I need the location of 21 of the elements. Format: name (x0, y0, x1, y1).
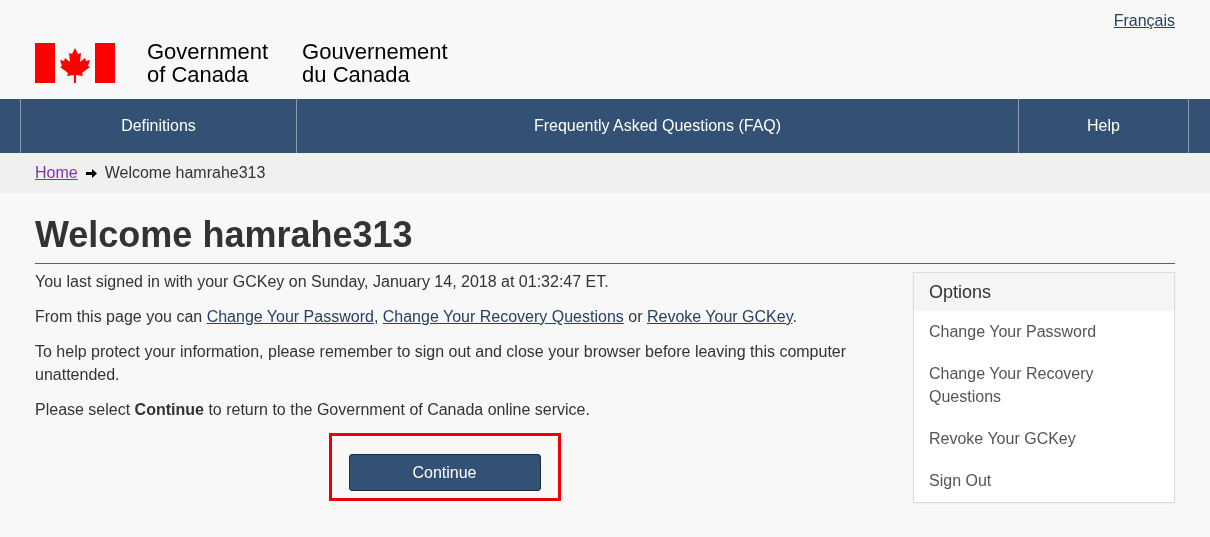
breadcrumb-current: Welcome hamrahe313 (104, 164, 266, 182)
continue-button[interactable]: Continue (348, 454, 541, 491)
paragraph: From this page you can Change Your Password, Change Your Recovery Questions or Revoke Your GCKey. (35, 307, 798, 327)
text-link[interactable]: Change Your Password (206, 308, 374, 325)
options-link[interactable]: Change Your Password (914, 311, 1174, 353)
text-link[interactable]: Change Your Recovery Questions (382, 308, 624, 325)
options-link[interactable]: Sign Out (914, 460, 1174, 502)
text-link[interactable]: Revoke Your GCKey (646, 308, 793, 325)
paragraph: To help protect your information, please remember to sign out and close your browser before leaving this computer unattended. (35, 342, 848, 385)
paragraph: You last signed in with your GCKey on Sunday, January 14, 2018 at 01:32:47 ET. (35, 272, 610, 292)
page-heading: Welcome hamrahe313 (35, 213, 1175, 264)
government-wordmark: Government of Canada (147, 40, 269, 86)
paragraph: Please select Continue to return to the Government of Canada online service. (35, 400, 591, 420)
breadcrumb-link[interactable]: Home (35, 164, 78, 182)
options-link[interactable]: Revoke Your GCKey (914, 418, 1174, 460)
options-link[interactable]: Change Your Recovery Questions (914, 353, 1174, 418)
arrow-icon (85, 168, 97, 178)
government-wordmark: Gouvernement du Canada (302, 40, 448, 86)
language-link[interactable]: Français (1113, 12, 1175, 30)
panel-title: Options (914, 273, 1174, 311)
flag-icon (35, 43, 115, 83)
